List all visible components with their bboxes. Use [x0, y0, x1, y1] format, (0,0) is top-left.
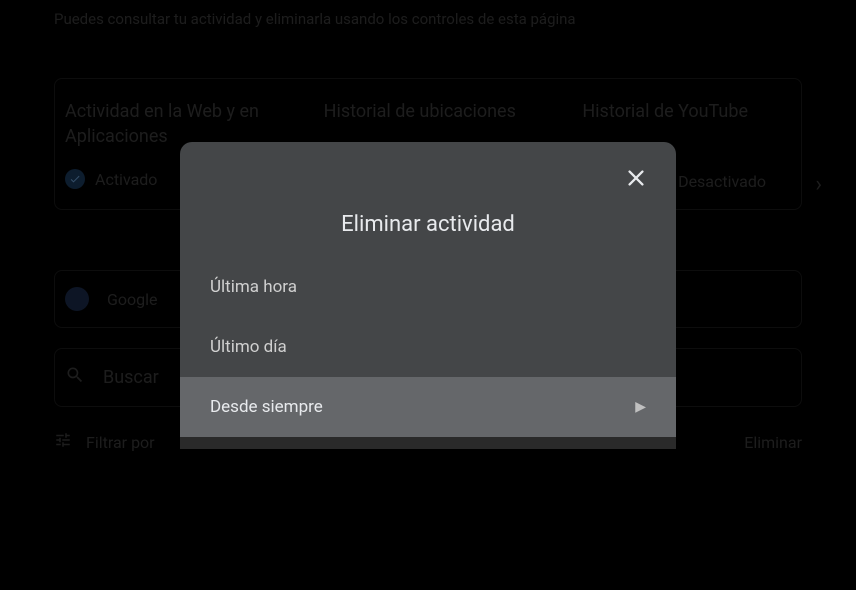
- option-last-hour-label: Última hora: [210, 277, 297, 297]
- arrow-right-icon: ▶: [635, 399, 646, 415]
- delete-activity-modal: Eliminar actividad Última hora Último dí…: [180, 142, 676, 449]
- modal-bottom-strip: [180, 437, 676, 449]
- option-last-day-label: Último día: [210, 337, 287, 357]
- option-always-label: Desde siempre: [210, 397, 323, 417]
- option-last-day[interactable]: Último día: [180, 317, 676, 377]
- option-last-hour[interactable]: Última hora: [180, 257, 676, 317]
- option-always[interactable]: Desde siempre ▶: [180, 377, 676, 437]
- close-button[interactable]: [618, 160, 654, 196]
- modal-title: Eliminar actividad: [180, 142, 676, 257]
